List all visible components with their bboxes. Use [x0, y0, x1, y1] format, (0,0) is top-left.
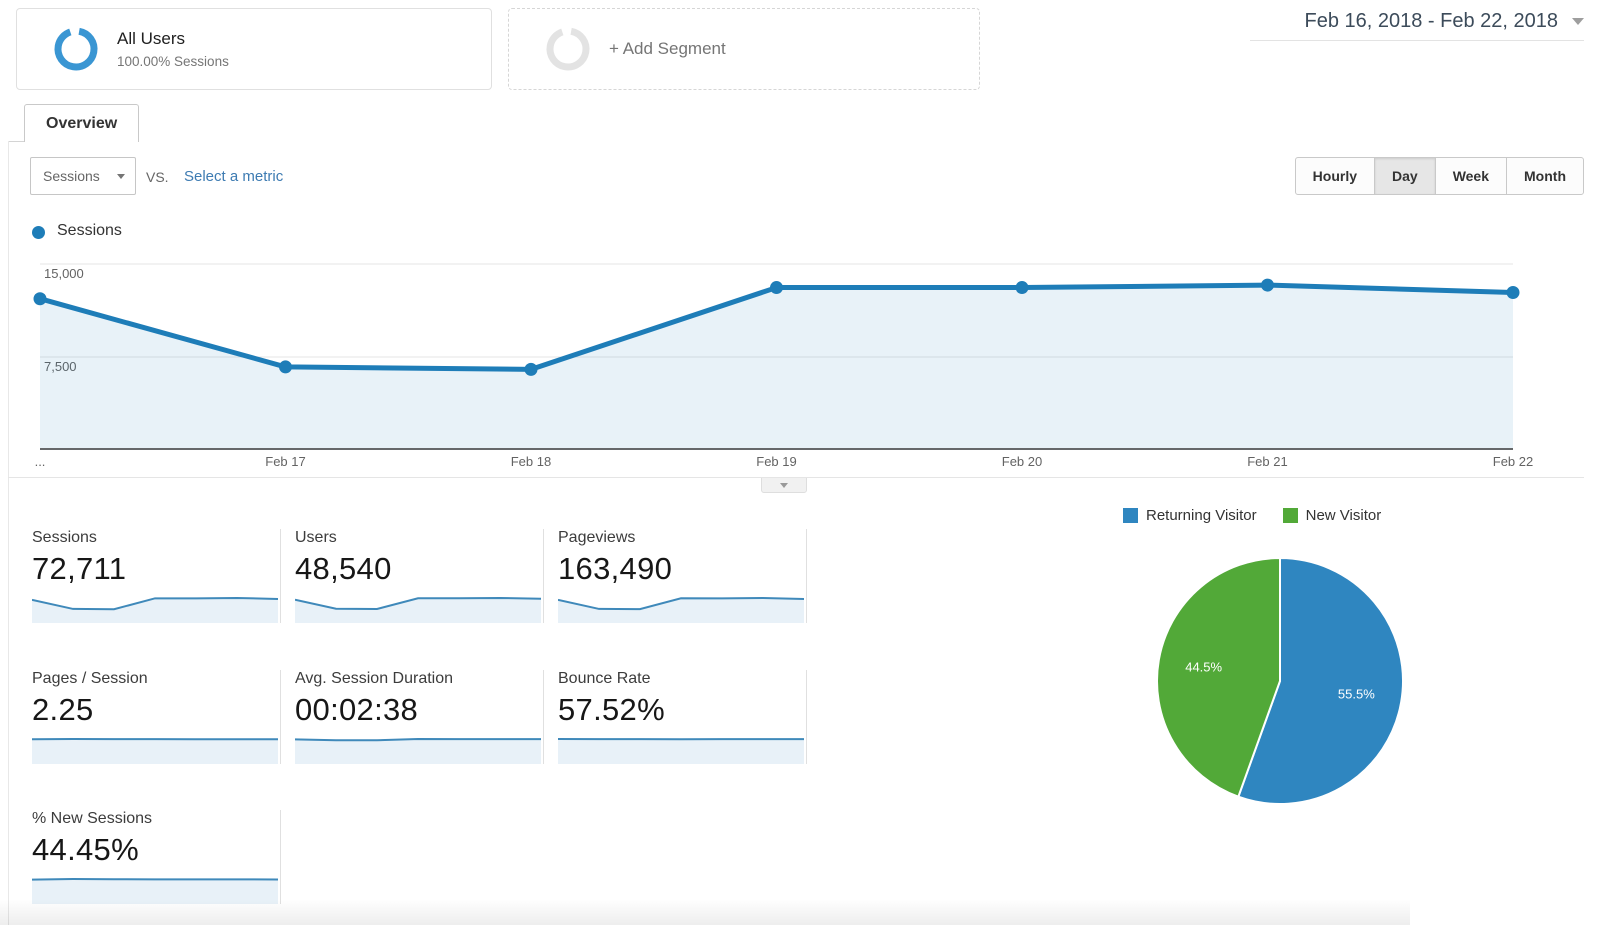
x-axis-label: Feb 21: [1247, 454, 1287, 469]
granularity-week-button[interactable]: Week: [1435, 157, 1507, 195]
x-axis-label: Feb 18: [511, 454, 551, 469]
panel-border-stub: [8, 141, 25, 142]
sparkline: [558, 595, 804, 623]
metric-card-new-sessions: % New Sessions 44.45%: [32, 810, 281, 904]
metric-dropdown[interactable]: Sessions: [30, 157, 136, 195]
metric-value: 2.25: [32, 692, 278, 728]
add-segment-label: + Add Segment: [609, 39, 726, 59]
pie-legend: Returning Visitor New Visitor: [1123, 507, 1407, 524]
sparkline: [32, 595, 278, 623]
tab-overview-label: Overview: [46, 115, 117, 133]
date-range-underline: [1250, 40, 1584, 41]
metric-value: 72,711: [32, 551, 278, 587]
x-axis-label: Feb 19: [756, 454, 796, 469]
metric-label: Sessions: [32, 529, 278, 547]
segment-donut-icon: [53, 26, 99, 72]
add-segment-button[interactable]: + Add Segment: [508, 8, 980, 90]
chevron-down-icon: [1572, 18, 1584, 25]
segment-subtitle: 100.00% Sessions: [117, 54, 229, 69]
sparkline: [32, 876, 278, 904]
granularity-day-button[interactable]: Day: [1374, 157, 1436, 195]
select-a-metric-link[interactable]: Select a metric: [184, 168, 283, 185]
svg-text:44.5%: 44.5%: [1185, 660, 1222, 675]
metric-label: Bounce Rate: [558, 670, 804, 688]
sparkline: [32, 736, 278, 764]
annotations-expand-tab[interactable]: [761, 478, 807, 493]
date-range-label: Feb 16, 2018 - Feb 22, 2018: [1304, 10, 1558, 33]
granularity-button-group: Hourly Day Week Month: [1295, 157, 1584, 195]
x-axis-labels: ... Feb 17 Feb 18 Feb 19 Feb 20 Feb 21 F…: [40, 454, 1513, 472]
granularity-month-button[interactable]: Month: [1506, 157, 1584, 195]
x-axis-label: ...: [35, 454, 46, 469]
metric-cards-row-3: % New Sessions 44.45%: [32, 810, 295, 904]
date-range-selector[interactable]: Feb 16, 2018 - Feb 22, 2018: [1304, 10, 1584, 33]
metric-value: 163,490: [558, 551, 804, 587]
pie-legend-new-visitor: New Visitor: [1283, 507, 1382, 524]
metric-dropdown-value: Sessions: [43, 168, 100, 184]
metric-label: Avg. Session Duration: [295, 670, 541, 688]
metric-card-sessions: Sessions 72,711: [32, 529, 281, 623]
metric-label: Users: [295, 529, 541, 547]
metric-label: Pageviews: [558, 529, 804, 547]
metric-cards-row-2: Pages / Session 2.25 Avg. Session Durati…: [32, 670, 821, 764]
svg-text:55.5%: 55.5%: [1338, 686, 1375, 701]
x-axis-label: Feb 22: [1493, 454, 1533, 469]
chevron-down-icon: [780, 483, 788, 488]
analytics-overview-page: All Users 100.00% Sessions + Add Segment…: [0, 0, 1600, 925]
granularity-hourly-button[interactable]: Hourly: [1295, 157, 1375, 195]
visitor-type-pie-chart: 55.5% 44.5%: [1155, 556, 1405, 806]
metric-label: Pages / Session: [32, 670, 278, 688]
metric-card-bounce-rate: Bounce Rate 57.52%: [558, 670, 807, 764]
metric-value: 00:02:38: [295, 692, 541, 728]
tab-overview[interactable]: Overview: [24, 104, 139, 142]
new-visitor-swatch-icon: [1283, 508, 1298, 523]
metric-card-pages-per-session: Pages / Session 2.25: [32, 670, 281, 764]
metric-value: 57.52%: [558, 692, 804, 728]
sparkline: [295, 736, 541, 764]
metric-cards-row-1: Sessions 72,711 Users 48,540 Pageviews 1…: [32, 529, 821, 623]
chevron-down-icon: [117, 174, 125, 179]
sessions-line-chart: [40, 252, 1513, 450]
metric-card-users: Users 48,540: [295, 529, 544, 623]
sessions-legend-dot-icon: [32, 226, 45, 239]
panel-left-border: [8, 141, 9, 925]
pie-legend-returning-visitor: Returning Visitor: [1123, 507, 1257, 524]
sparkline: [558, 736, 804, 764]
metric-card-avg-session-duration: Avg. Session Duration 00:02:38: [295, 670, 544, 764]
pie-legend-label: Returning Visitor: [1146, 507, 1257, 524]
vs-label: VS.: [146, 169, 169, 185]
segment-chip-all-users[interactable]: All Users 100.00% Sessions: [16, 8, 492, 90]
returning-visitor-swatch-icon: [1123, 508, 1138, 523]
x-axis-label: Feb 20: [1002, 454, 1042, 469]
pie-legend-label: New Visitor: [1306, 507, 1382, 524]
metric-label: % New Sessions: [32, 810, 278, 828]
metric-card-pageviews: Pageviews 163,490: [558, 529, 807, 623]
sessions-legend-label: Sessions: [57, 222, 122, 240]
add-segment-donut-icon: [545, 26, 591, 72]
metric-value: 44.45%: [32, 832, 278, 868]
metric-value: 48,540: [295, 551, 541, 587]
sparkline: [295, 595, 541, 623]
segment-title: All Users: [117, 29, 229, 49]
x-axis-label: Feb 17: [265, 454, 305, 469]
